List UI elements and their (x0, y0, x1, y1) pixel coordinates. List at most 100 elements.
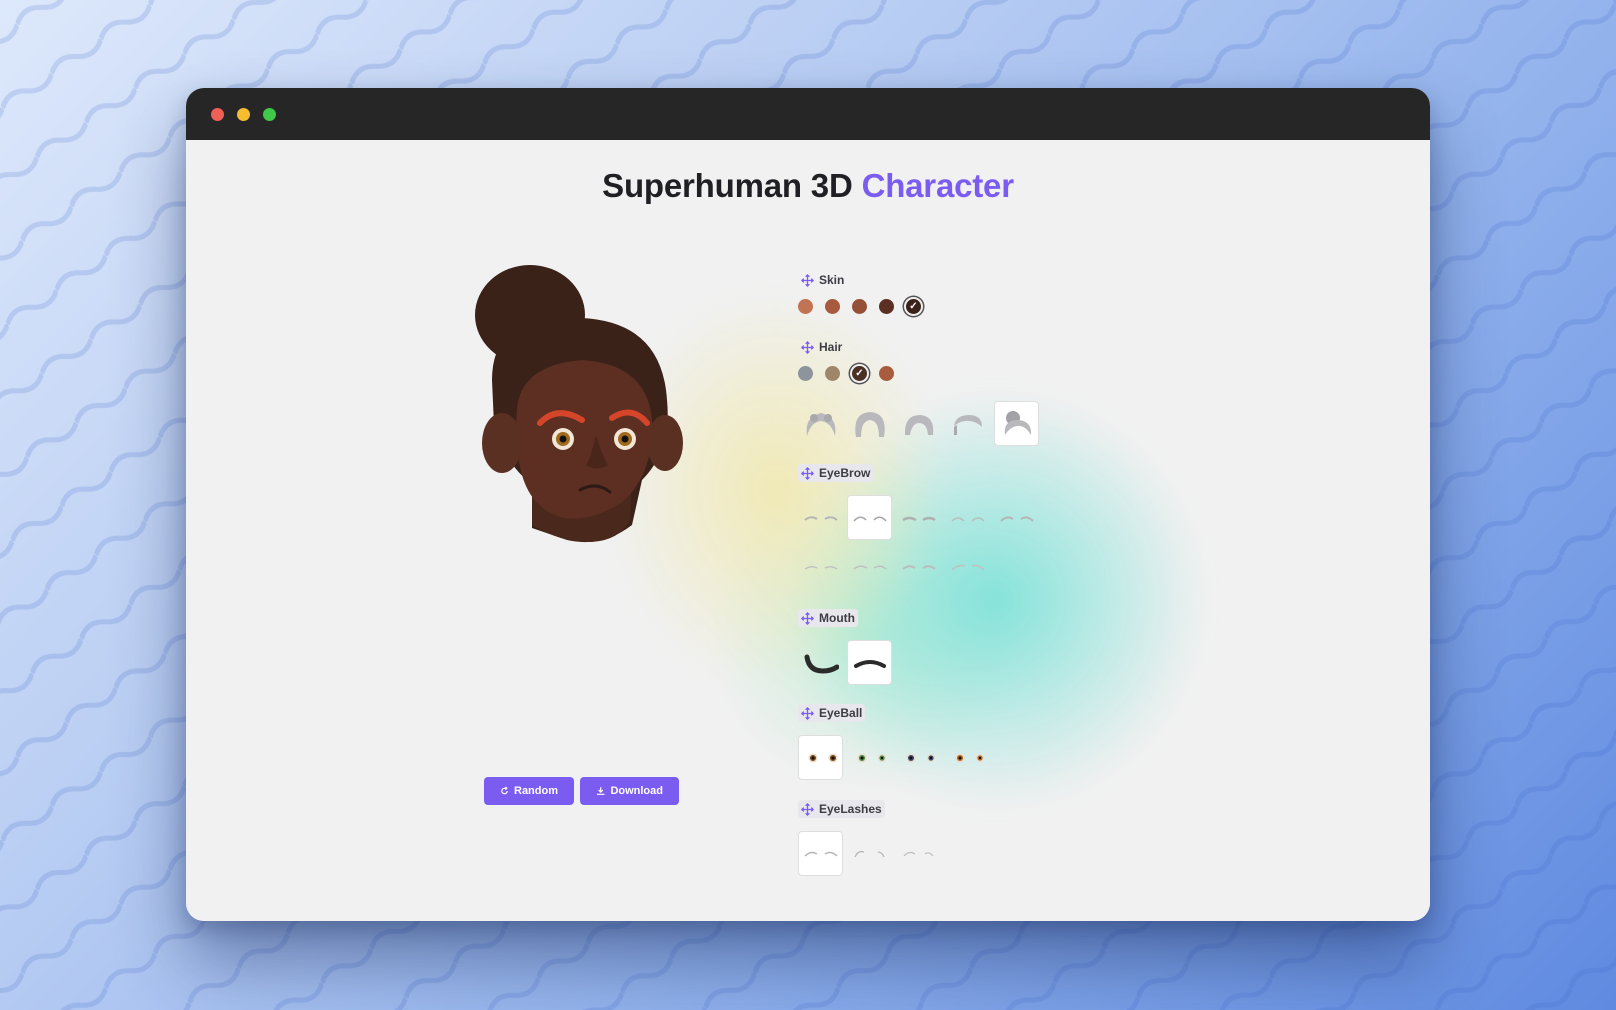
move-icon (801, 611, 814, 625)
random-button[interactable]: Random (484, 777, 574, 805)
maximize-window-button[interactable] (263, 107, 276, 121)
hair-swatch-1[interactable] (798, 366, 813, 381)
eyebrow-icon (804, 565, 837, 570)
eyeball-style-brown[interactable] (798, 735, 843, 780)
character-preview (475, 265, 683, 543)
eyebrow-icon (852, 516, 887, 522)
eyelashes-style-2[interactable] (847, 831, 892, 876)
eyebrow-style-4[interactable] (945, 495, 990, 540)
page-title: Superhuman 3D Character (186, 167, 1430, 205)
skin-swatch-2[interactable] (825, 299, 840, 314)
eyebrow-section-label: EyeBrow (798, 464, 874, 482)
eyeball-section-label: EyeBall (798, 704, 866, 722)
eyebrow-icon (950, 516, 985, 522)
hair-style-wave[interactable] (896, 401, 941, 446)
eyeball-green-icon (857, 753, 886, 762)
hair-curly-icon (806, 412, 835, 436)
move-icon (801, 273, 814, 287)
skin-swatches: ✓ (798, 299, 921, 314)
hair-section-label: Hair (798, 338, 845, 356)
hair-swatch-2[interactable] (825, 366, 840, 381)
download-icon (596, 787, 605, 795)
hair-swatch-4[interactable] (879, 366, 894, 381)
eyebrow-style-3[interactable] (896, 495, 941, 540)
refresh-icon (501, 786, 508, 795)
eyeball-brown-icon (808, 753, 837, 762)
eyelashes-icon (903, 851, 934, 856)
eyeball-style-amber[interactable] (945, 735, 990, 780)
action-buttons: Random Download (484, 777, 679, 805)
eyeball-style-blue[interactable] (896, 735, 941, 780)
hair-style-afro[interactable] (847, 401, 892, 446)
eyelashes-style-row (798, 831, 941, 876)
random-button-label: Random (514, 785, 558, 797)
minimize-window-button[interactable] (237, 107, 250, 121)
title-main: Superhuman 3D (602, 167, 853, 204)
app-content: Superhuman 3D Character Random Download … (186, 140, 1430, 921)
eyebrow-icon (803, 515, 838, 521)
mouth-style-smirk[interactable] (798, 640, 843, 685)
hair-label-text: Hair (819, 340, 843, 354)
eyebrow-icon (901, 516, 936, 521)
hair-bun-icon (1004, 410, 1031, 435)
hair-swatches: ✓ (798, 366, 894, 381)
hair-style-row (798, 401, 1039, 446)
eyelashes-style-3[interactable] (896, 831, 941, 876)
hair-wave-icon (904, 414, 933, 435)
eyeball-amber-icon (955, 753, 984, 762)
eyebrow-style-6[interactable] (798, 544, 843, 589)
eyebrow-icon (853, 565, 886, 570)
hair-afro-icon (854, 411, 885, 437)
skin-swatch-1[interactable] (798, 299, 813, 314)
hair-short-icon (953, 414, 982, 435)
eyebrow-style-9[interactable] (945, 544, 990, 589)
skin-label-text: Skin (819, 273, 845, 287)
eyelashes-icon (853, 850, 885, 857)
eyebrow-style-7[interactable] (847, 544, 892, 589)
download-button[interactable]: Download (580, 777, 679, 805)
download-button-label: Download (610, 785, 663, 797)
hair-swatch-3[interactable]: ✓ (852, 366, 867, 381)
mouth-label-text: Mouth (819, 611, 855, 625)
eyeball-style-row (798, 735, 990, 780)
check-icon: ✓ (855, 368, 864, 379)
hair-style-curly[interactable] (798, 401, 843, 446)
hair-style-short[interactable] (945, 401, 990, 446)
move-icon (801, 706, 814, 720)
move-icon (801, 466, 814, 480)
eyebrow-style-1[interactable] (798, 495, 843, 540)
app-window: Superhuman 3D Character Random Download … (186, 88, 1430, 921)
mouth-smirk-icon (804, 654, 839, 674)
skin-swatch-3[interactable] (852, 299, 867, 314)
left-ear (482, 413, 522, 473)
move-icon (801, 802, 814, 816)
close-window-button[interactable] (211, 107, 224, 121)
eyebrow-style-2[interactable] (847, 495, 892, 540)
mouth-style-flat[interactable] (847, 640, 892, 685)
eyeball-style-green[interactable] (847, 735, 892, 780)
eyebrow-style-5[interactable] (994, 495, 1039, 540)
eyebrow-icon (901, 564, 936, 570)
eyelashes-section-label: EyeLashes (798, 800, 885, 818)
eyeball-blue-icon (906, 753, 935, 762)
right-ear (647, 415, 683, 471)
mouth-style-row (798, 640, 892, 685)
title-accent: Character (861, 167, 1014, 204)
skin-section-label: Skin (798, 271, 847, 289)
eyelashes-label-text: EyeLashes (819, 802, 882, 816)
move-icon (801, 340, 814, 354)
mouth-section-label: Mouth (798, 609, 858, 627)
eyebrow-style-8[interactable] (896, 544, 941, 589)
skin-swatch-4[interactable] (879, 299, 894, 314)
title-bar (186, 88, 1430, 140)
eyebrow-style-row-1 (798, 495, 1039, 540)
eyebrow-label-text: EyeBrow (819, 466, 871, 480)
skin-swatch-5[interactable]: ✓ (906, 299, 921, 314)
eyebrow-icon (999, 515, 1034, 522)
check-icon: ✓ (909, 301, 918, 312)
eyelashes-style-1[interactable] (798, 831, 843, 876)
eyebrow-style-row-2 (798, 544, 990, 589)
mouth-flat-icon (853, 659, 886, 668)
eyelashes-icon (804, 851, 837, 856)
hair-style-bun[interactable] (994, 401, 1039, 446)
